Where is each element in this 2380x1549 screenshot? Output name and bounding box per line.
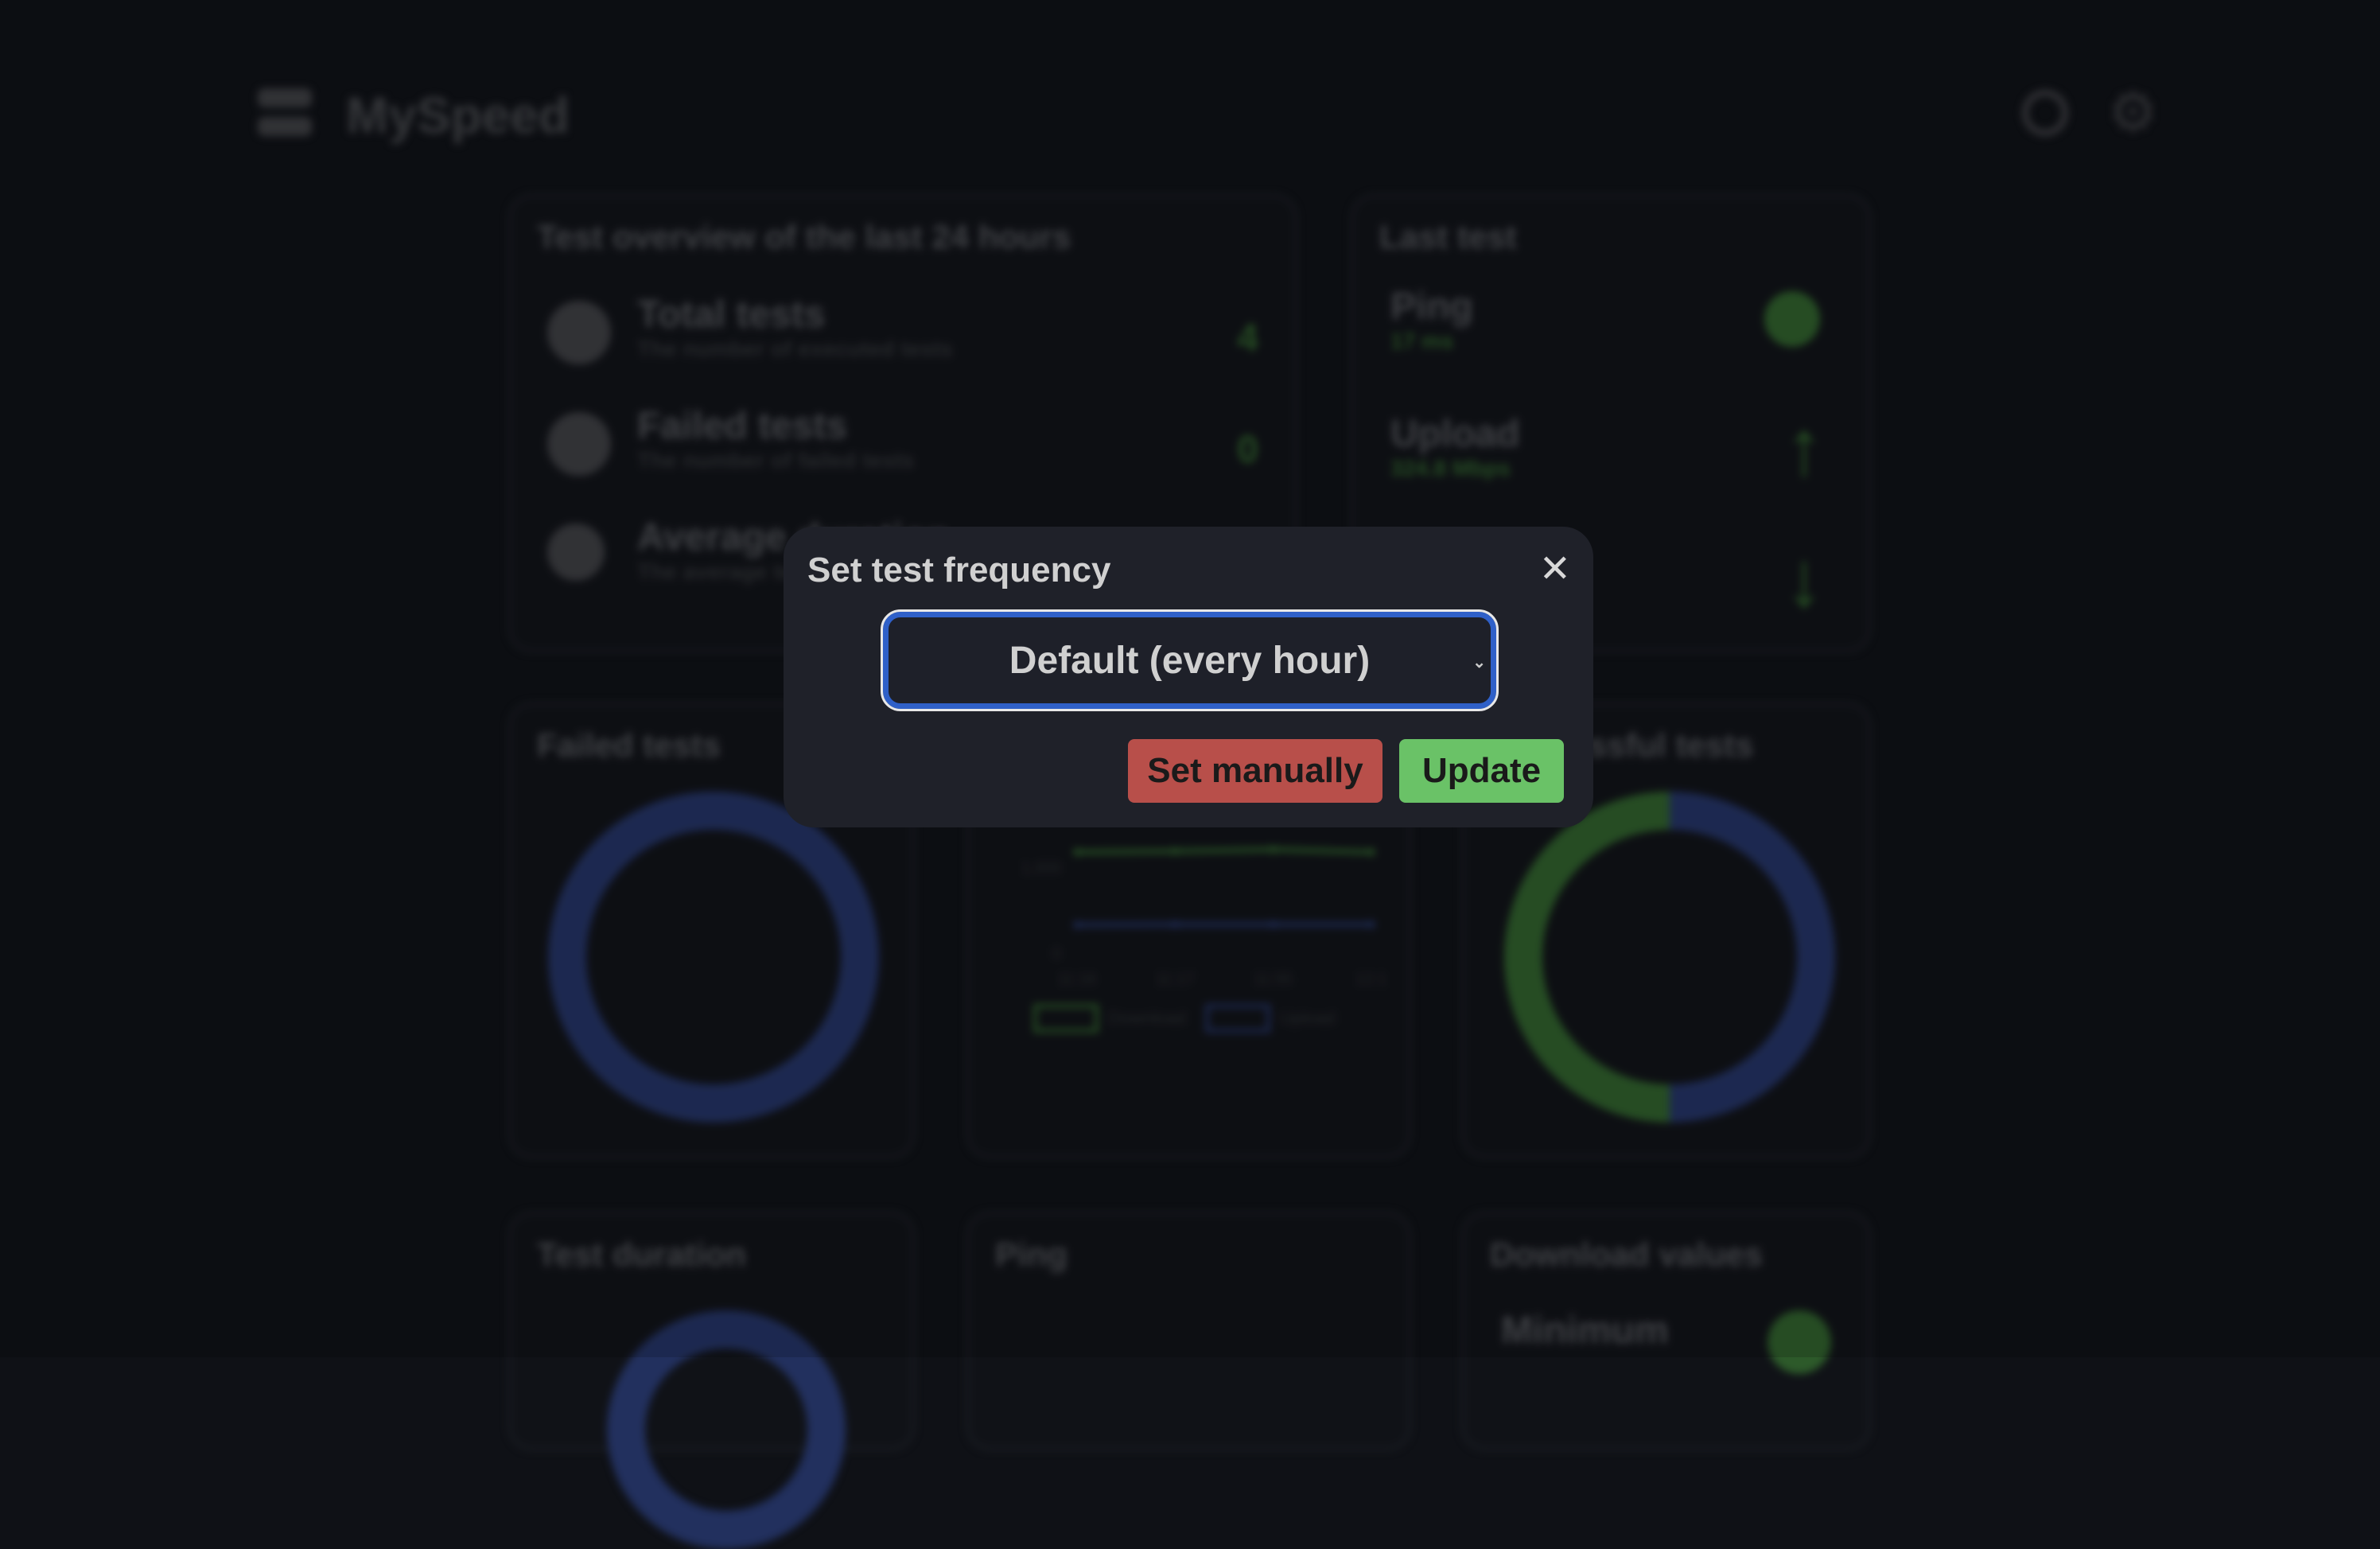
update-button[interactable]: Update — [1399, 739, 1564, 803]
set-manually-button[interactable]: Set manually — [1128, 739, 1382, 803]
dialog-title: Set test frequency — [807, 551, 1111, 590]
frequency-select-value: Default (every hour) — [1009, 639, 1371, 682]
close-icon[interactable]: ✕ — [1539, 551, 1571, 589]
chevron-down-icon: ⌄ — [1472, 654, 1486, 671]
test-frequency-dialog: Set test frequency ✕ Default (every hour… — [784, 527, 1593, 827]
frequency-select[interactable]: Default (every hour) ⌄ — [881, 609, 1499, 711]
